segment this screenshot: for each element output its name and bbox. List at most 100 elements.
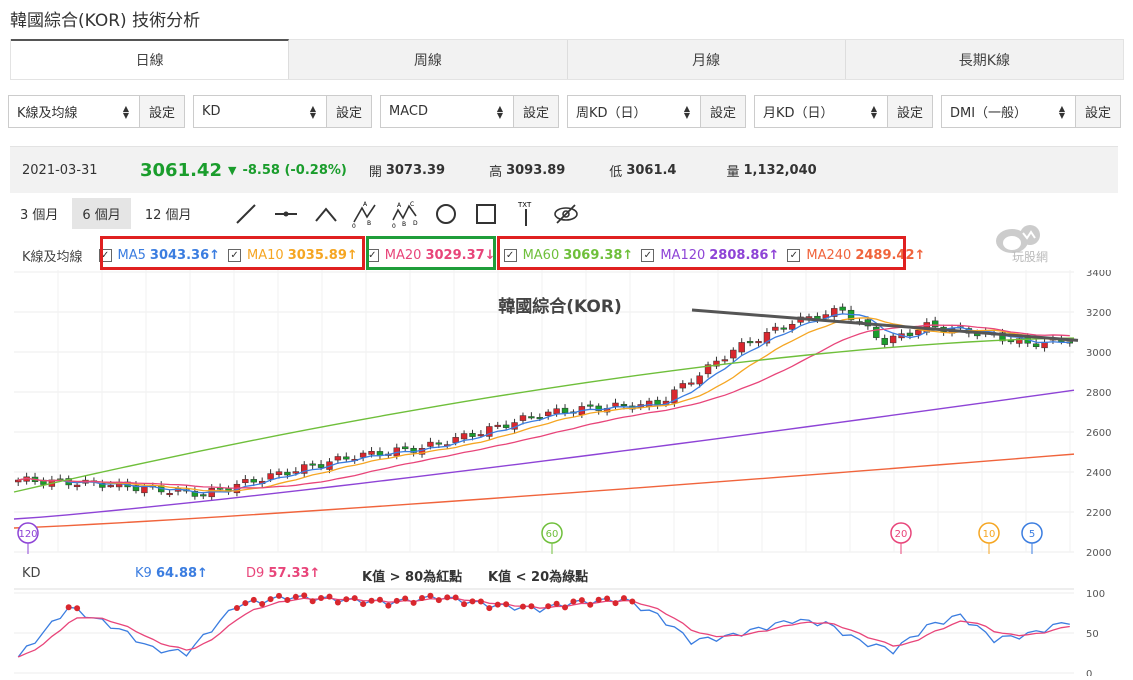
k9-line [17,594,1070,658]
candle-body [788,324,796,330]
quote-price: 3061.42 [140,159,222,181]
y-tick-label: 3200 [1086,308,1111,319]
main-chart[interactable]: 3400 3200 3000 2800 2600 2400 2200 2000 韓國綜合(KOR… [0,268,1133,680]
price-chart-svg: 3400 3200 3000 2800 2600 2400 2200 2000 韓國綜合(KOR… [13,268,1111,680]
ma5-line [18,313,1070,494]
candle-body [620,403,628,406]
horizontal-line-tool-icon[interactable] [266,198,306,229]
select-value: DMI（一般） [950,106,1028,121]
candle-body [679,383,687,389]
settings-button-4[interactable]: 設定 [700,95,746,128]
page-title: 韓國綜合(KOR) 技術分析 [10,11,201,31]
indicator-select-3[interactable]: MACD ▲ ▼ [380,95,513,128]
kd-overbought-dot [343,596,350,603]
indicator-select-2[interactable]: KD ▲ ▼ [193,95,326,128]
candle-body [452,437,459,443]
indicator-selectors: K線及均線 ▲ ▼ 設定 KD ▲ ▼ 設定 MACD ▲ ▼ 設定 周KD（日） ▲ ▼ 設定… [8,95,1121,128]
ma-marker-label: 120 [18,529,37,540]
indicator-select-1[interactable]: K線及均線 ▲ ▼ [8,95,139,128]
d9-value: 57.33↑ [268,566,321,581]
ma-marker-label: 60 [546,529,559,540]
low-label: 低 [609,164,623,180]
y-tick-label: 2600 [1086,428,1111,439]
kd-note-green: K值 < 20為綠點 [488,570,589,585]
candle-body [612,402,619,407]
candle-body [275,471,283,475]
candle-body [15,479,22,483]
ma10-line [18,317,1070,492]
candle-body [368,451,375,455]
candle-body [772,326,779,331]
down-arrow-icon: ▼ [227,163,237,177]
candle-body [688,382,695,385]
range-6m-button[interactable]: 6 個月 [72,198,131,229]
kd-overbought-dot [368,597,375,604]
candle-body [587,404,594,407]
text-tool-icon[interactable]: TXT [506,198,546,229]
kd-overbought-dot [629,598,636,605]
candle-body [696,375,703,385]
hide-drawings-icon[interactable] [546,198,586,229]
tab-weekly[interactable]: 周線 [289,40,568,79]
d9-name: D9 [246,566,265,581]
ma-marker-label: 5 [1029,529,1035,540]
candle-body [317,464,325,468]
indicator-select-6[interactable]: DMI（一般） ▲ ▼ [941,95,1075,128]
ma-long-line [13,453,1075,529]
line-tool-icon[interactable] [226,198,266,229]
circle-tool-icon[interactable] [426,198,466,229]
k9-name: K9 [135,566,152,581]
pattern-xabcd-tool-icon[interactable]: A C 0 BD [386,198,426,229]
settings-button-3[interactable]: 設定 [513,95,559,128]
kd-overbought-dot [486,605,493,612]
sort-arrows-icon: ▲ ▼ [683,104,690,120]
kd-overbought-dot [250,596,257,603]
tab-monthly[interactable]: 月線 [568,40,846,79]
angle-tool-icon[interactable] [306,198,346,229]
candle-body [780,327,787,330]
site-logo: 玩股網 [990,223,1060,267]
low-value: 3061.4 [626,162,677,178]
kd-overbought-dot [309,598,316,605]
rectangle-tool-icon[interactable] [466,198,506,229]
range-12m-button[interactable]: 12 個月 [135,198,202,229]
range-3m-button[interactable]: 3 個月 [10,198,68,229]
candle-body [755,341,762,344]
kd-overbought-dot [419,595,426,602]
k9-legend: K9 64.88↑ [135,566,208,581]
select-value: MACD [389,104,428,119]
svg-text:B: B [367,220,371,227]
kd-overbought-dot [301,592,308,599]
kd-overbought-dot [587,601,594,608]
high-value: 3093.89 [506,162,566,178]
settings-button-5[interactable]: 設定 [887,95,933,128]
tab-longterm[interactable]: 長期K線 [846,40,1123,79]
candle-body [309,463,316,466]
volume-value: 1,132,040 [743,162,817,178]
chart-title: 韓國綜合(KOR) [498,296,622,317]
candle-body [839,306,846,311]
kd-overbought-dot [461,601,468,608]
candle-body [73,484,81,488]
kd-overbought-dot [385,602,392,609]
indicator-select-4[interactable]: 周KD（日） ▲ ▼ [567,95,700,128]
settings-button-1[interactable]: 設定 [139,95,185,128]
sort-arrows-icon: ▲ ▼ [122,104,129,120]
candle-body [427,441,434,447]
logo-text: 玩股網 [1012,250,1048,263]
candle-body [494,424,501,427]
kd-overbought-dot [435,597,442,604]
ma-marker-label: 10 [983,529,996,540]
ma-marker-label: 20 [895,529,908,540]
highlight-box-red-2 [497,236,906,270]
pattern-abc-tool-icon[interactable]: A 0 B [346,198,386,229]
kd-overbought-dot [318,594,325,601]
settings-button-2[interactable]: 設定 [326,95,372,128]
tab-daily[interactable]: 日線 [11,39,290,79]
settings-button-6[interactable]: 設定 [1075,95,1121,128]
indicator-select-5[interactable]: 月KD（日） ▲ ▼ [754,95,887,128]
candle-body [334,456,342,461]
kd-tick-label: 0 [1086,669,1092,676]
candle-body [906,332,914,336]
kd-overbought-dot [604,595,611,602]
